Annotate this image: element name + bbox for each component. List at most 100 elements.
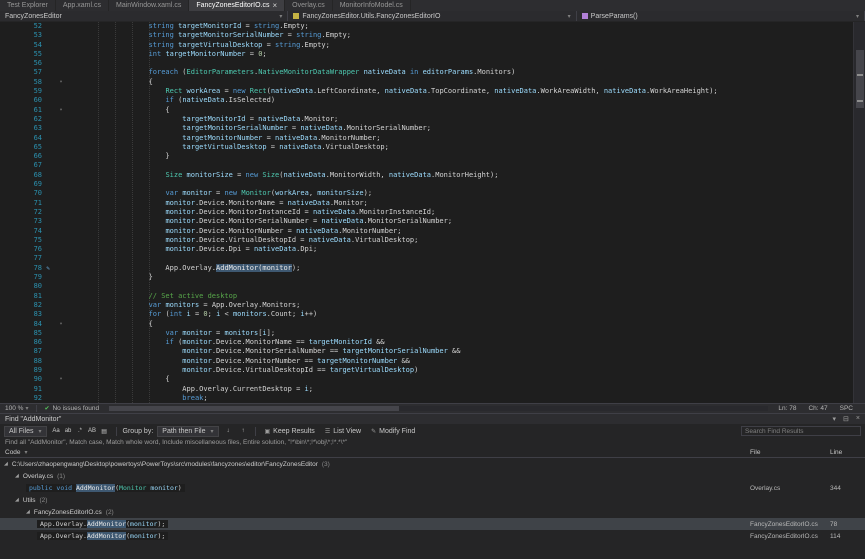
code-line[interactable]: 78✎ App.Overlay.AddMonitor(monitor); — [0, 264, 865, 273]
code-line[interactable]: 67 — [0, 161, 865, 170]
fold-slot — [54, 68, 68, 77]
list-view-button[interactable]: ☰ List View — [322, 426, 364, 437]
window-menu-icon[interactable]: ▾ — [833, 415, 837, 423]
code-line[interactable]: 63 targetMonitorSerialNumber = nativeDat… — [0, 124, 865, 133]
find-results-titlebar[interactable]: Find "AddMonitor" ▾ ⊟ × — [0, 413, 865, 424]
gutter-icon-slot — [42, 152, 54, 161]
code-line[interactable]: 71 monitor.Device.MonitorName = nativeDa… — [0, 199, 865, 208]
code-line[interactable]: 68 Size monitorSize = new Size(nativeDat… — [0, 171, 865, 180]
row-content: App.Overlay.AddMonitor(monitor); — [0, 520, 750, 528]
code-line[interactable]: 90▾ { — [0, 375, 865, 384]
zoom-control[interactable]: 100 % ▾ — [0, 405, 33, 412]
code-line[interactable]: 84▾ { — [0, 320, 865, 329]
code-line[interactable]: 57 foreach (EditorParameters.NativeMonit… — [0, 68, 865, 77]
scrollbar-thumb[interactable] — [109, 406, 399, 411]
code-line[interactable]: 56 — [0, 59, 865, 68]
fold-collapse-icon[interactable]: ▾ — [54, 375, 68, 384]
fold-collapse-icon[interactable]: ▾ — [54, 320, 68, 329]
tab-test-explorer[interactable]: Test Explorer — [0, 0, 56, 11]
code-token: Size — [165, 171, 182, 179]
fold-collapse-icon[interactable]: ▾ — [54, 78, 68, 87]
line-number: 56 — [0, 59, 42, 68]
line-number: 60 — [0, 96, 42, 105]
code-line[interactable]: 59 Rect workArea = new Rect(nativeData.L… — [0, 87, 865, 96]
keep-results-toggle[interactable]: ▣ Keep Results — [262, 426, 318, 437]
result-row[interactable]: public void AddMonitor(Monitor monitor)O… — [0, 482, 865, 494]
expand-arrow-icon[interactable]: ◢ — [15, 497, 19, 503]
match-case-icon[interactable]: Aa — [51, 426, 62, 437]
column-header-file[interactable]: File — [750, 449, 830, 456]
code-token: targetMonitorNumber — [182, 134, 262, 142]
code-line[interactable]: 77 — [0, 254, 865, 263]
fold-collapse-icon[interactable]: ▾ — [54, 106, 68, 115]
code-line[interactable]: 55 int targetMonitorNumber = 0; — [0, 50, 865, 59]
code-line[interactable]: 83 for (int i = 0; i < monitors.Count; i… — [0, 310, 865, 319]
sort-ascending-icon[interactable]: ↑ — [238, 426, 249, 437]
code-line[interactable]: 73 monitor.Device.MonitorSerialNumber = … — [0, 217, 865, 226]
result-row[interactable]: App.Overlay.AddMonitor(monitor);FancyZon… — [0, 518, 865, 530]
code-line[interactable]: 79 } — [0, 273, 865, 282]
type-dropdown[interactable]: FancyZonesEditor.Utils.FancyZonesEditorI… — [288, 11, 576, 21]
tab-fancyzoneseditorio-cs[interactable]: FancyZonesEditorIO.cs× — [189, 0, 285, 11]
regex-icon[interactable]: .* — [75, 426, 86, 437]
horizontal-scrollbar[interactable] — [109, 406, 768, 411]
code-line[interactable]: 66 } — [0, 152, 865, 161]
whole-word-icon[interactable]: ab — [63, 426, 74, 437]
group-row[interactable]: ◢Overlay.cs(1) — [0, 470, 865, 482]
code-line[interactable]: 74 monitor.Device.MonitorNumber = native… — [0, 227, 865, 236]
code-line[interactable]: 87 monitor.Device.MonitorSerialNumber ==… — [0, 347, 865, 356]
pin-icon[interactable]: ⊟ — [843, 415, 849, 423]
expand-arrow-icon[interactable]: ◢ — [15, 473, 19, 479]
tab-overlay-cs[interactable]: Overlay.cs — [285, 0, 333, 11]
code-line[interactable]: 72 monitor.Device.MonitorInstanceId = na… — [0, 208, 865, 217]
code-line[interactable]: 91 App.Overlay.CurrentDesktop = i; — [0, 385, 865, 394]
code-line[interactable]: 92 break; — [0, 394, 865, 403]
close-icon[interactable]: × — [856, 415, 860, 423]
code-line[interactable]: 58▾ { — [0, 78, 865, 87]
preserve-case-icon[interactable]: AB — [87, 426, 98, 437]
column-header-code[interactable]: Code ▾ — [5, 449, 28, 456]
code-line[interactable]: 62 targetMonitorId = nativeData.Monitor; — [0, 115, 865, 124]
search-find-results-input[interactable] — [741, 426, 861, 436]
tab-monitorinfomodel-cs[interactable]: MonitorInfoModel.cs — [333, 0, 411, 11]
group-row[interactable]: ◢C:\Users\zhaopengwang\Desktop\powertoys… — [0, 458, 865, 470]
code-line[interactable]: 70 var monitor = new Monitor(workArea, m… — [0, 189, 865, 198]
code-line[interactable]: 54 string targetVirtualDesktop = string.… — [0, 41, 865, 50]
code-line[interactable]: 53 string targetMonitorSerialNumber = st… — [0, 31, 865, 40]
group-by-dropdown[interactable]: Path then File ▾ — [157, 426, 218, 437]
code-line[interactable]: 52 string targetMonitorId = string.Empty… — [0, 22, 865, 31]
expand-arrow-icon[interactable]: ◢ — [26, 509, 30, 515]
code-line[interactable]: 69 — [0, 180, 865, 189]
code-area[interactable]: 52 string targetMonitorId = string.Empty… — [0, 22, 865, 403]
code-line[interactable]: 64 targetMonitorNumber = nativeData.Moni… — [0, 134, 865, 143]
code-line[interactable]: 75 monitor.Device.VirtualDesktopId = nat… — [0, 236, 865, 245]
code-line[interactable]: 76 monitor.Device.Dpi = nativeData.Dpi; — [0, 245, 865, 254]
modify-find-button[interactable]: ✎ Modify Find — [368, 426, 418, 437]
column-header-line[interactable]: Line — [830, 449, 860, 456]
code-line[interactable]: 65 targetVirtualDesktop = nativeData.Vir… — [0, 143, 865, 152]
code-line[interactable]: 80 — [0, 282, 865, 291]
project-dropdown[interactable]: FancyZonesEditor ▾ — [0, 11, 288, 21]
file-filter-icon[interactable]: ▤ — [99, 426, 110, 437]
code-line[interactable]: 82 var monitors = App.Overlay.Monitors; — [0, 301, 865, 310]
code-line[interactable]: 85 var monitor = monitors[i]; — [0, 329, 865, 338]
group-row[interactable]: ◢Utils(2) — [0, 494, 865, 506]
tab-mainwindow-xaml-cs[interactable]: MainWindow.xaml.cs — [109, 0, 189, 11]
code-line[interactable]: 86 if (monitor.Device.MonitorName == tar… — [0, 338, 865, 347]
fold-slot — [54, 264, 68, 273]
tab-app-xaml-cs[interactable]: App.xaml.cs — [56, 0, 109, 11]
code-line[interactable]: 61▾ { — [0, 106, 865, 115]
scope-dropdown[interactable]: All Files ▾ — [4, 426, 47, 437]
close-icon[interactable]: × — [272, 1, 277, 10]
group-row[interactable]: ◢FancyZonesEditorIO.cs(2) — [0, 506, 865, 518]
code-line[interactable]: 88 monitor.Device.MonitorNumber == targe… — [0, 357, 865, 366]
member-dropdown[interactable]: ParseParams() ▾ — [577, 11, 865, 21]
issues-status[interactable]: No issues found — [52, 405, 99, 412]
vertical-scrollbar[interactable] — [853, 22, 865, 403]
code-line[interactable]: 81 // Set active desktop — [0, 292, 865, 301]
code-line[interactable]: 89 monitor.Device.VirtualDesktopId == ta… — [0, 366, 865, 375]
expand-arrow-icon[interactable]: ◢ — [4, 461, 8, 467]
sort-descending-icon[interactable]: ↓ — [223, 426, 234, 437]
result-row[interactable]: App.Overlay.AddMonitor(monitor);FancyZon… — [0, 530, 865, 542]
code-line[interactable]: 60 if (nativeData.IsSelected) — [0, 96, 865, 105]
